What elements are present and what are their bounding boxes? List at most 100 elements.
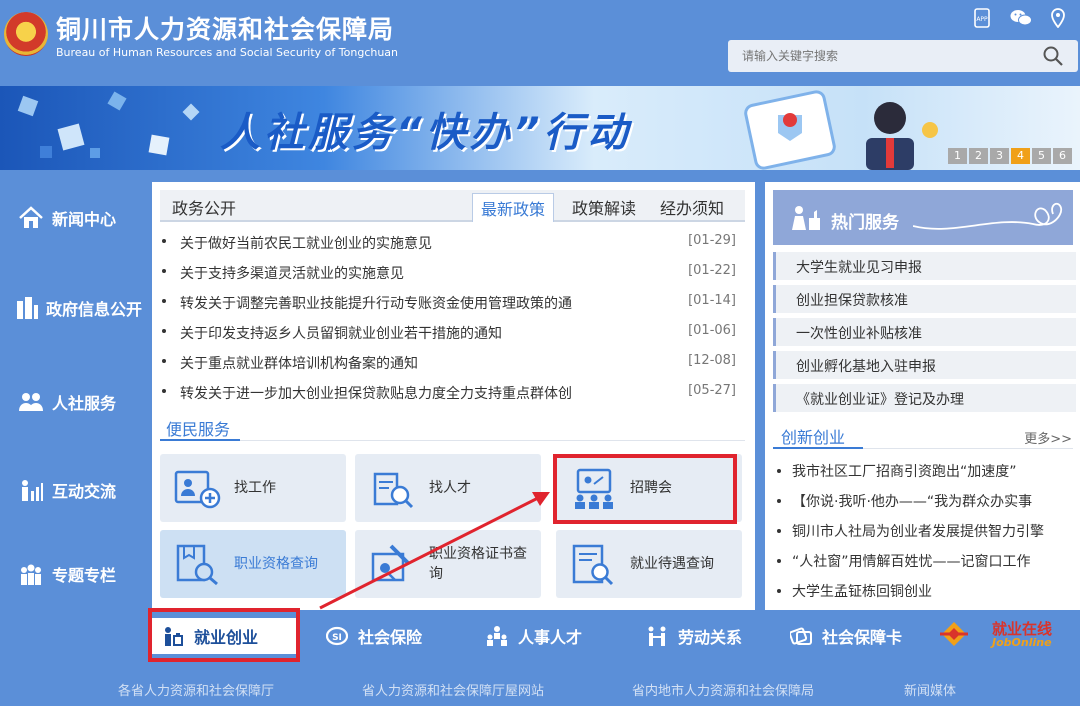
pager-3[interactable]: 3 <box>990 148 1009 164</box>
hot-service-item[interactable]: 一次性创业补贴核准 <box>773 318 1076 346</box>
footer-link[interactable]: 省内地市人力资源和社会保障局 <box>632 680 814 699</box>
social-security-card-icon <box>790 627 812 645</box>
service-certificate-search[interactable]: 职业资格证书查询 <box>355 530 541 598</box>
innovation-divider <box>773 447 1073 449</box>
services-label[interactable]: 便民服务 <box>166 416 230 440</box>
service-label: 就业待遇查询 <box>630 556 714 572</box>
cubes-decoration-icon <box>17 91 200 158</box>
thumbs-up-person-icon <box>792 206 820 230</box>
footer-link[interactable]: 省人力资源和社会保障厅屋网站 <box>362 680 544 699</box>
tab-procedures[interactable]: 经办须知 <box>652 193 732 221</box>
innovation-item[interactable]: 我市社区工厂招商引资跑出“加速度” <box>773 456 1073 486</box>
national-emblem-icon <box>4 12 48 56</box>
service-find-talent[interactable]: 找人才 <box>355 454 541 522</box>
pager-5[interactable]: 5 <box>1032 148 1051 164</box>
innovation-item[interactable]: 铜川市人社局为创业者发展提供智力引擎 <box>773 516 1073 546</box>
innovation-item[interactable]: “人社窗”用情解百姓忧——记窗口工作 <box>773 546 1073 576</box>
news-item[interactable]: 关于做好当前农民工就业创业的实施意见 [01-29] <box>160 228 736 258</box>
banner[interactable]: 人社服务“快办”行动 1 2 3 4 5 6 <box>0 86 1080 170</box>
pager-6[interactable]: 6 <box>1053 148 1072 164</box>
hot-service-item[interactable]: 创业孵化基地入驻申报 <box>773 351 1076 379</box>
innovation-item[interactable]: 大学生孟钲栋回铜创业 <box>773 576 1073 606</box>
qualification-search-icon <box>176 544 218 586</box>
nav-label: 专题专栏 <box>52 566 117 585</box>
bottom-nav-label: 社会保险 <box>358 628 423 647</box>
innovation-item[interactable]: 【你说·我听·他办——“我为群众办实事 <box>773 486 1073 516</box>
job-online-sub: JobOnline <box>992 636 1052 649</box>
labor-relations-icon <box>648 626 666 646</box>
highlight-box-job-fair <box>553 454 737 524</box>
wechat-icon[interactable] <box>1010 8 1032 33</box>
nav-interaction[interactable]: 互动交流 <box>0 470 150 510</box>
more-link[interactable]: 更多>> <box>1024 428 1072 447</box>
news-item[interactable]: 转发关于进一步加大创业担保贷款贴息力度全力支持重点群体创 [05-27] <box>160 378 736 408</box>
bottom-nav-labor-relations[interactable]: 劳动关系 <box>646 618 742 654</box>
nav-label: 互动交流 <box>52 482 117 501</box>
social-insurance-icon: SI <box>326 626 348 646</box>
bottom-nav-social-insurance[interactable]: SI 社会保险 <box>326 618 422 654</box>
hot-service-item[interactable]: 创业担保贷款核准 <box>773 285 1076 313</box>
news-item[interactable]: 转发关于调整完善职业技能提升行动专账资金使用管理政策的通 [01-14] <box>160 288 736 318</box>
chart-people-icon <box>22 480 43 501</box>
nav-hr-services[interactable]: 人社服务 <box>0 382 150 422</box>
innovation-label[interactable]: 创新创业 <box>781 424 845 448</box>
location-icon[interactable] <box>1050 8 1066 33</box>
bottom-nav-label: 社会保障卡 <box>822 628 903 647</box>
certificate-search-icon <box>371 544 411 582</box>
tab-policy-interpretation[interactable]: 政策解读 <box>564 193 644 221</box>
site-title[interactable]: 铜川市人力资源和社会保障局 <box>56 10 394 46</box>
people-icon <box>19 393 43 411</box>
hot-services-title: 热门服务 <box>831 213 899 233</box>
news-item[interactable]: 关于印发支持返乡人员留铜就业创业若干措施的通知 [01-06] <box>160 318 736 348</box>
news-item[interactable]: 关于重点就业群体培训机构备案的通知 [12-08] <box>160 348 736 378</box>
bottom-nav-label: 人事人才 <box>518 628 583 647</box>
pager-2[interactable]: 2 <box>969 148 988 164</box>
service-label: 找工作 <box>234 480 276 496</box>
nav-label: 人社服务 <box>52 394 117 413</box>
bottom-nav-social-security-card[interactable]: 社会保障卡 <box>790 618 902 654</box>
banner-pager: 1 2 3 4 5 6 <box>948 148 1072 164</box>
service-illustration-icon <box>744 90 938 170</box>
search-icon[interactable] <box>1042 45 1064 67</box>
nav-label: 政府信息公开 <box>46 300 143 319</box>
tab-latest-policy[interactable]: 最新政策 <box>472 193 555 222</box>
nav-gov-info[interactable]: 政府信息公开 <box>0 288 150 328</box>
services-divider <box>160 439 745 441</box>
service-find-job[interactable]: 找工作 <box>160 454 346 522</box>
hot-service-item[interactable]: 《就业创业证》登记及办理 <box>773 384 1076 412</box>
hot-service-item[interactable]: 大学生就业见习申报 <box>773 252 1076 280</box>
news-item[interactable]: 关于支持多渠道灵活就业的实施意见 [01-22] <box>160 258 736 288</box>
job-search-icon <box>174 470 221 509</box>
nav-label: 新闻中心 <box>52 210 117 229</box>
pager-1[interactable]: 1 <box>948 148 967 164</box>
header: 铜川市人力资源和社会保障局 Bureau of Human Resources … <box>0 0 1080 84</box>
policy-panel: 政务公开 最新政策 政策解读 经办须知 关于做好当前农民工就业创业的实施意见 [0… <box>152 182 755 610</box>
benefit-search-icon <box>572 544 614 586</box>
nav-special-topics[interactable]: 专题专栏 <box>0 554 150 594</box>
search-input[interactable] <box>728 40 1028 72</box>
site-subtitle: Bureau of Human Resources and Social Sec… <box>56 46 399 59</box>
hot-services-header: 热门服务 <box>773 190 1073 245</box>
bottom-nav-label: 劳动关系 <box>678 628 743 647</box>
service-qualification-search[interactable]: 职业资格查询 <box>160 530 346 598</box>
bottom-nav-personnel[interactable]: 人事人才 <box>486 618 582 654</box>
app-icon[interactable]: APP <box>972 8 992 33</box>
group-icon <box>21 564 41 585</box>
policy-tabs-bar: 政务公开 最新政策 政策解读 经办须知 <box>160 190 745 222</box>
job-online-logo[interactable]: 就业在线 JobOnline <box>938 614 1078 654</box>
service-benefit-search[interactable]: 就业待遇查询 <box>556 530 742 598</box>
footer-link[interactable]: 新闻媒体 <box>904 680 956 699</box>
svg-text:APP: APP <box>976 16 988 23</box>
footer-link[interactable]: 各省人力资源和社会保障厅 <box>118 680 274 699</box>
personnel-icon <box>487 626 507 646</box>
pager-4[interactable]: 4 <box>1011 148 1030 164</box>
service-label: 职业资格证书查询 <box>429 546 527 582</box>
section-title: 政务公开 <box>172 199 237 218</box>
heart-scribble-icon <box>913 202 1062 230</box>
highlight-box-employment <box>148 608 300 662</box>
nav-news-center[interactable]: 新闻中心 <box>0 198 150 238</box>
home-icon <box>19 206 43 228</box>
right-column: 热门服务 大学生就业见习申报 创业担保贷款核准 一次性创业补贴核准 创业孵化基地… <box>765 182 1080 610</box>
footer-links: 各省人力资源和社会保障厅 省人力资源和社会保障厅屋网站 省内地市人力资源和社会保… <box>0 676 1080 702</box>
service-label: 找人才 <box>429 480 471 496</box>
